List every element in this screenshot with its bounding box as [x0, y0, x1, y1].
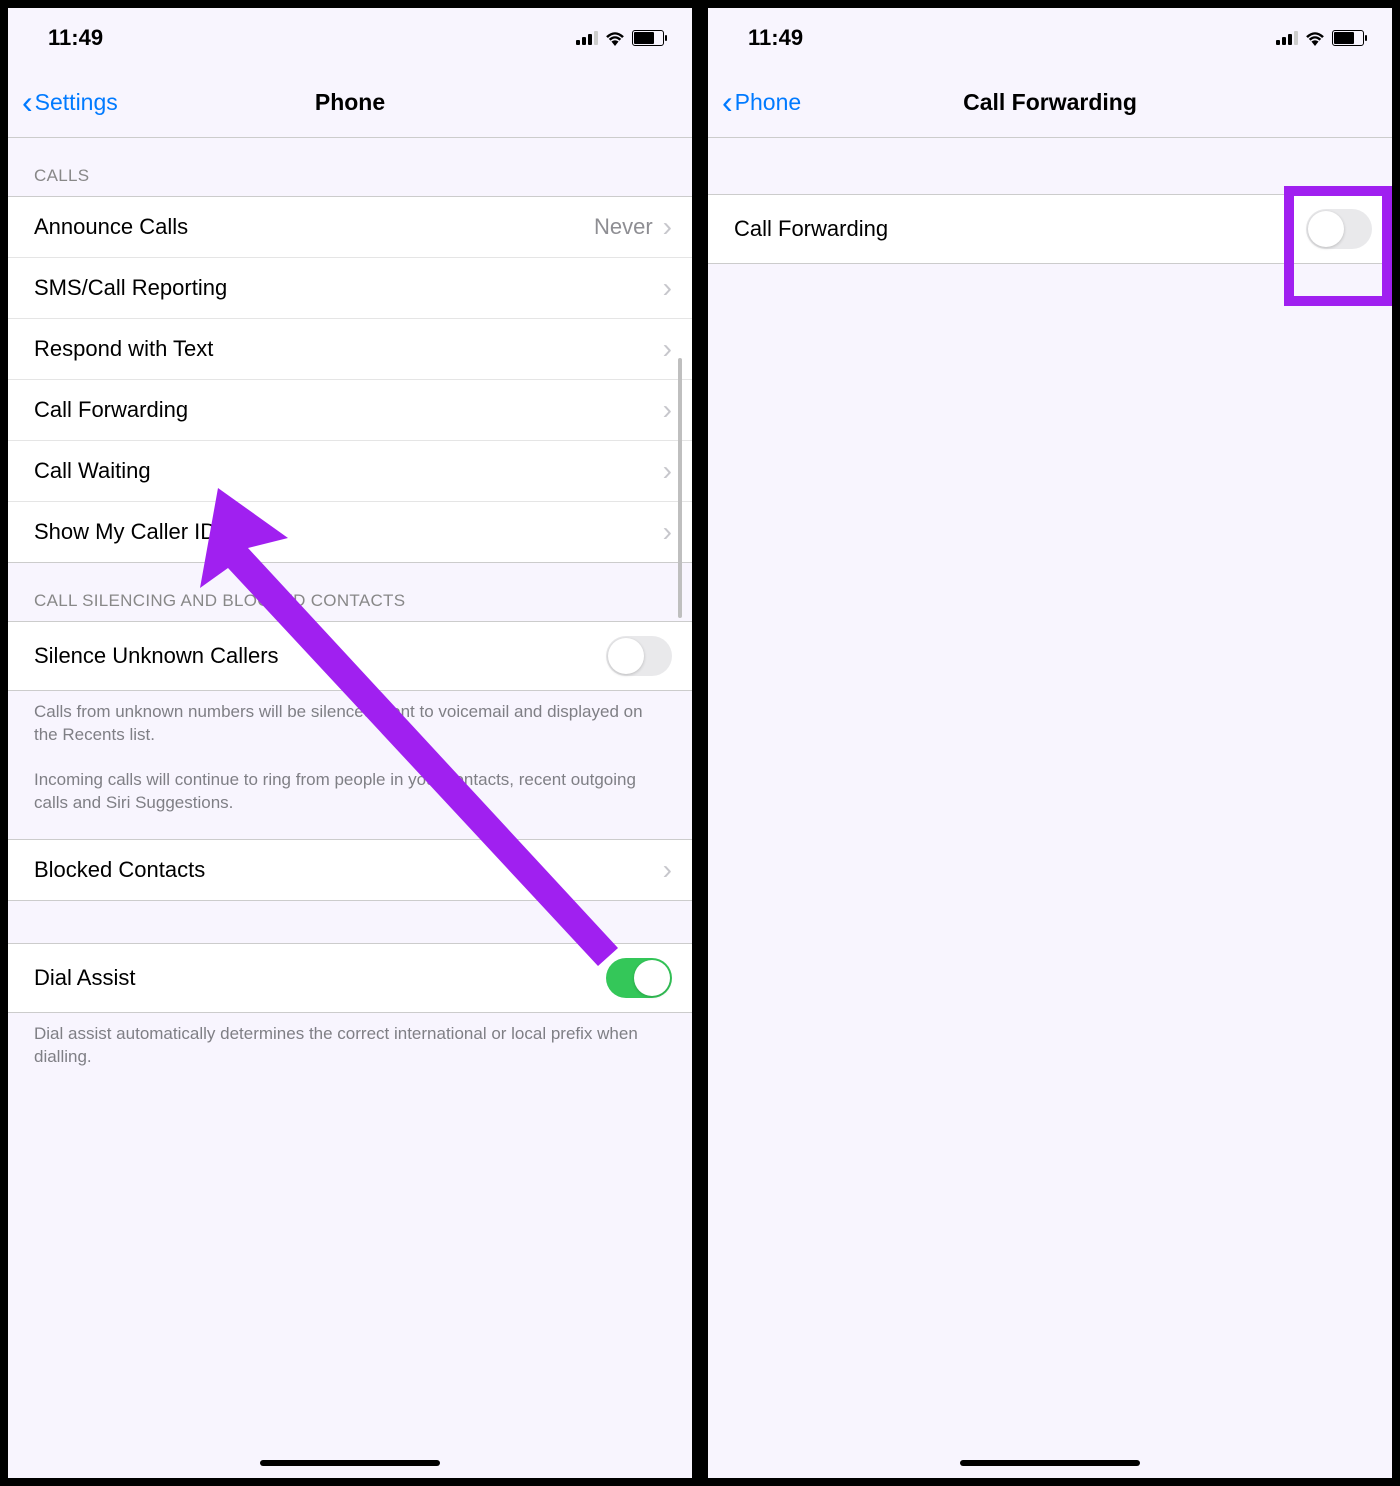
row-show-my-caller-id[interactable]: Show My Caller ID › [8, 502, 692, 562]
section-header-silencing: CALL SILENCING AND BLOCKED CONTACTS [8, 563, 692, 621]
phone-screen-left: 11:49 ‹ Settings Phone CALLS [8, 8, 692, 1478]
home-indicator[interactable] [960, 1460, 1140, 1466]
silence-list-group: Silence Unknown Callers [8, 621, 692, 691]
chevron-right-icon: › [663, 455, 672, 487]
chevron-right-icon: › [663, 394, 672, 426]
row-label: Call Forwarding [34, 397, 188, 423]
status-bar: 11:49 [8, 8, 692, 68]
row-call-forwarding[interactable]: Call Forwarding › [8, 380, 692, 441]
row-label: Call Waiting [34, 458, 151, 484]
status-icons [1276, 30, 1364, 46]
status-time: 11:49 [36, 25, 103, 51]
status-icons [576, 30, 664, 46]
row-label: Show My Caller ID [34, 519, 216, 545]
row-dial-assist: Dial Assist [8, 944, 692, 1012]
phone-screen-right: 11:49 ‹ Phone Call Forwarding [708, 8, 1392, 1478]
cellular-signal-icon [576, 31, 598, 45]
dial-assist-toggle[interactable] [606, 958, 672, 998]
chevron-right-icon: › [663, 211, 672, 243]
battery-icon [1332, 30, 1364, 46]
nav-bar: ‹ Settings Phone [8, 68, 692, 138]
battery-icon [632, 30, 664, 46]
row-label: Respond with Text [34, 336, 213, 362]
row-label: Dial Assist [34, 965, 135, 991]
row-label: Silence Unknown Callers [34, 643, 279, 669]
page-title: Phone [315, 89, 385, 116]
section-header-calls: CALLS [8, 138, 692, 196]
dial-assist-group: Dial Assist [8, 943, 692, 1013]
chevron-left-icon: ‹ [722, 84, 733, 121]
chevron-left-icon: ‹ [22, 84, 33, 121]
back-label: Settings [35, 89, 118, 116]
silence-unknown-callers-toggle[interactable] [606, 636, 672, 676]
status-bar: 11:49 [708, 8, 1392, 68]
phone-frame-right: 11:49 ‹ Phone Call Forwarding [700, 0, 1400, 1486]
chevron-right-icon: › [663, 333, 672, 365]
cellular-signal-icon [1276, 31, 1298, 45]
row-sms-call-reporting[interactable]: SMS/Call Reporting › [8, 258, 692, 319]
chevron-right-icon: › [663, 516, 672, 548]
page-title: Call Forwarding [963, 89, 1137, 116]
row-label: Call Forwarding [734, 216, 888, 242]
row-silence-unknown-callers: Silence Unknown Callers [8, 622, 692, 690]
back-label: Phone [735, 89, 802, 116]
row-label: Blocked Contacts [34, 857, 205, 883]
annotation-highlight-box [1284, 186, 1392, 306]
calls-list-group: Announce Calls Never › SMS/Call Reportin… [8, 196, 692, 563]
row-detail: Never [594, 214, 653, 240]
back-button[interactable]: ‹ Settings [22, 84, 118, 121]
nav-bar: ‹ Phone Call Forwarding [708, 68, 1392, 138]
back-button[interactable]: ‹ Phone [722, 84, 801, 121]
chevron-right-icon: › [663, 272, 672, 304]
silence-footer-1: Calls from unknown numbers will be silen… [8, 691, 692, 759]
status-time: 11:49 [736, 25, 803, 51]
blocked-list-group: Blocked Contacts › [8, 839, 692, 901]
phone-frame-left: 11:49 ‹ Settings Phone CALLS [0, 0, 700, 1486]
settings-content: CALLS Announce Calls Never › SMS/Call Re… [8, 138, 692, 1081]
row-respond-with-text[interactable]: Respond with Text › [8, 319, 692, 380]
row-blocked-contacts[interactable]: Blocked Contacts › [8, 840, 692, 900]
dial-assist-footer: Dial assist automatically determines the… [8, 1013, 692, 1081]
row-label: Announce Calls [34, 214, 188, 240]
silence-footer-2: Incoming calls will continue to ring fro… [8, 759, 692, 827]
row-call-waiting[interactable]: Call Waiting › [8, 441, 692, 502]
wifi-icon [604, 30, 626, 46]
row-announce-calls[interactable]: Announce Calls Never › [8, 197, 692, 258]
home-indicator[interactable] [260, 1460, 440, 1466]
scrollbar[interactable] [678, 358, 682, 618]
row-label: SMS/Call Reporting [34, 275, 227, 301]
wifi-icon [1304, 30, 1326, 46]
chevron-right-icon: › [663, 854, 672, 886]
